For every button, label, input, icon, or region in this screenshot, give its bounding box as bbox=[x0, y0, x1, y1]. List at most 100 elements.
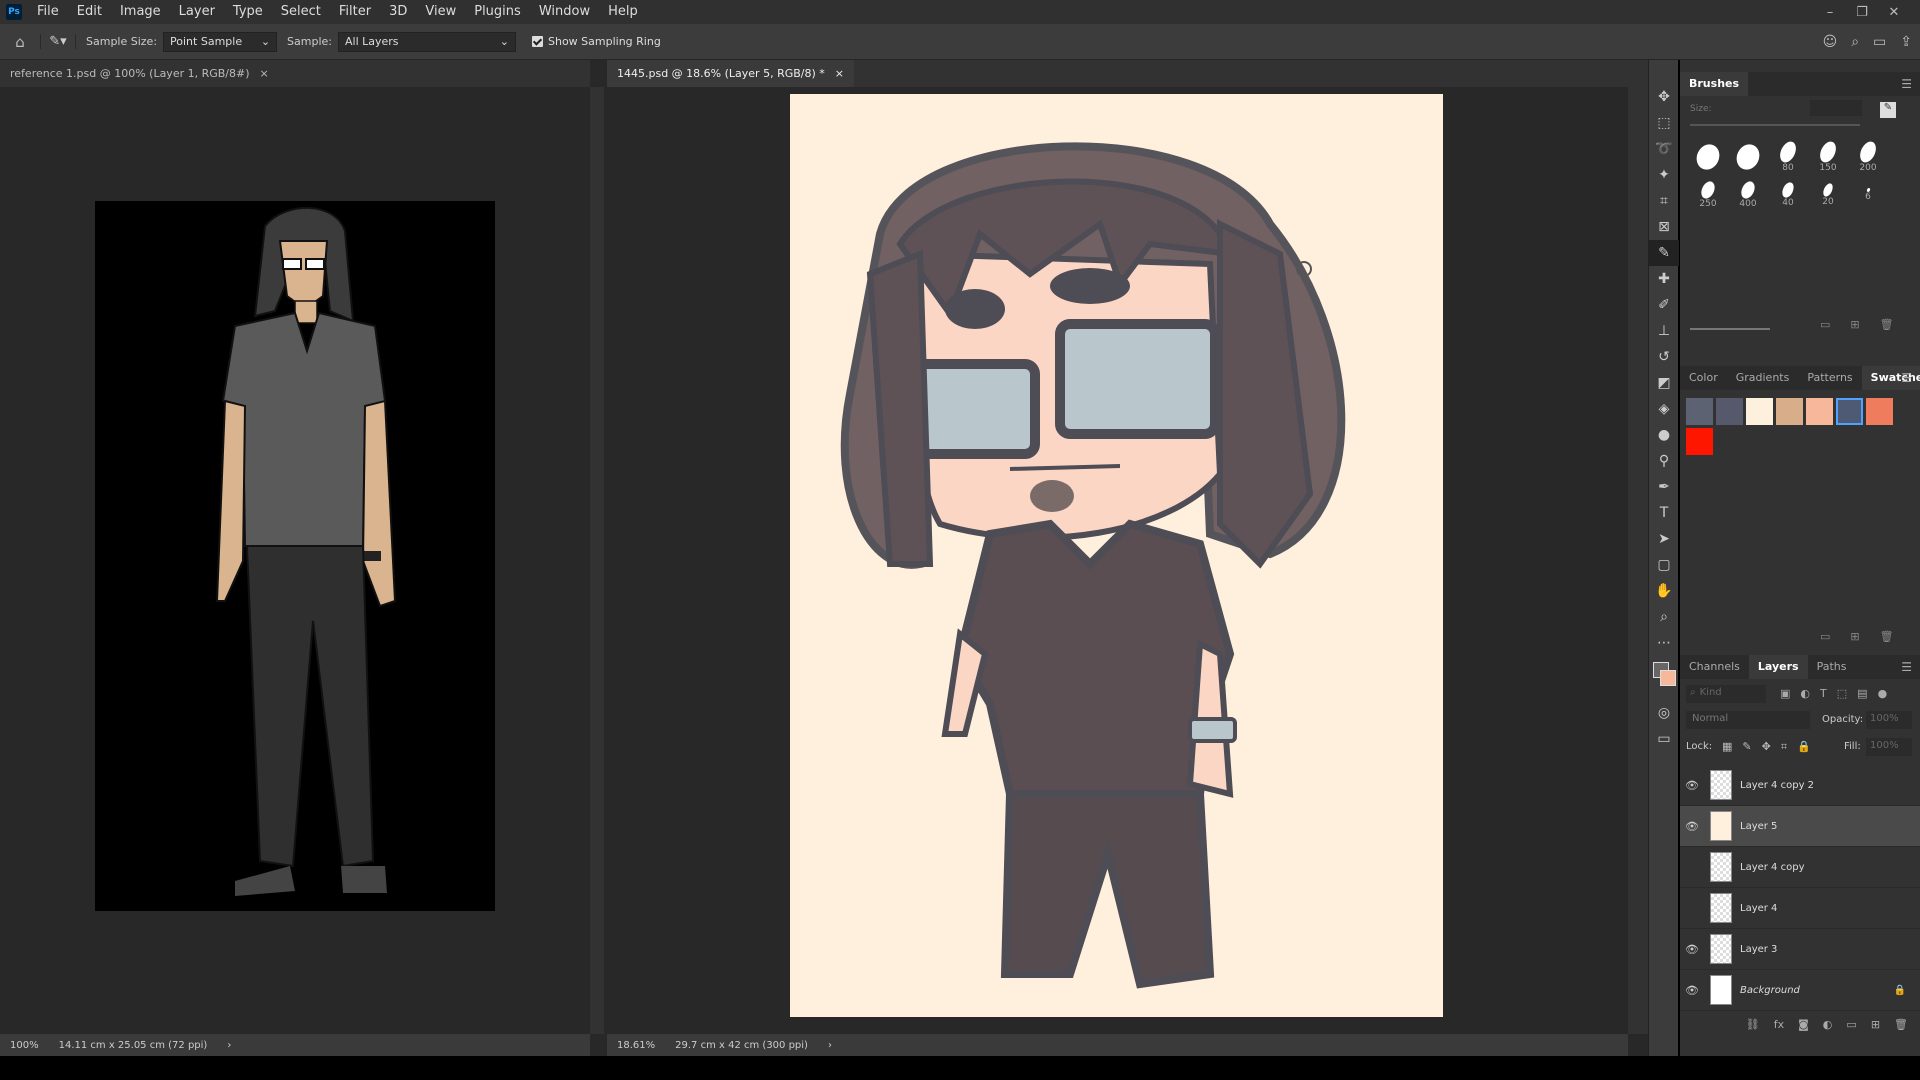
panel-menu-icon[interactable]: ☰ bbox=[1901, 77, 1912, 91]
lasso-tool-icon[interactable]: ➰ bbox=[1649, 136, 1679, 162]
tab-channels[interactable]: Channels bbox=[1680, 655, 1749, 679]
tab-patterns[interactable]: Patterns bbox=[1798, 366, 1861, 390]
visibility-eye-icon[interactable]: 👁 bbox=[1680, 943, 1704, 956]
paint-bucket-tool-icon[interactable]: ◈ bbox=[1649, 396, 1679, 422]
magic-wand-tool-icon[interactable]: ✦ bbox=[1649, 162, 1679, 188]
layer-row[interactable]: Layer 4 copy bbox=[1680, 847, 1920, 888]
panel-menu-icon[interactable]: ☰ bbox=[1901, 660, 1912, 674]
panel-menu-icon[interactable]: ☰ bbox=[1901, 371, 1912, 385]
dodge-tool-icon[interactable]: ⚲ bbox=[1649, 448, 1679, 474]
brush-size-input[interactable] bbox=[1810, 100, 1862, 116]
history-brush-tool-icon[interactable]: ↺ bbox=[1649, 344, 1679, 370]
screen-mode-icon[interactable]: ▭ bbox=[1649, 726, 1679, 752]
opacity-input[interactable]: 100% bbox=[1866, 711, 1912, 729]
workspace-icon[interactable]: ▭ bbox=[1873, 34, 1886, 50]
filter-shape-icon[interactable]: ⬚ bbox=[1837, 687, 1847, 700]
filter-smart-icon[interactable]: ▤ bbox=[1857, 687, 1867, 700]
stamp-tool-icon[interactable]: ⊥ bbox=[1649, 318, 1679, 344]
color-picker-swatches[interactable] bbox=[1649, 656, 1678, 700]
brush-tool-icon[interactable]: ✐ bbox=[1649, 292, 1679, 318]
visibility-eye-icon[interactable]: 👁 bbox=[1680, 779, 1704, 792]
filter-pixel-icon[interactable]: ▣ bbox=[1780, 687, 1790, 700]
tab-main-doc[interactable]: 1445.psd @ 18.6% (Layer 5, RGB/8) * × bbox=[607, 60, 854, 87]
delete-icon[interactable]: 🗑 bbox=[1880, 318, 1894, 331]
menu-type[interactable]: Type bbox=[224, 0, 272, 24]
folder-icon[interactable]: ▭ bbox=[1820, 630, 1830, 643]
new-brush-icon[interactable]: ⊞ bbox=[1850, 318, 1859, 331]
swatch[interactable] bbox=[1806, 398, 1833, 425]
group-icon[interactable]: ▭ bbox=[1846, 1018, 1856, 1031]
frame-tool-icon[interactable]: ⊠ bbox=[1649, 214, 1679, 240]
menu-file[interactable]: File bbox=[28, 0, 68, 24]
brush-preset[interactable]: 40 bbox=[1768, 176, 1808, 214]
share-icon[interactable]: ⇪ bbox=[1900, 34, 1912, 50]
delete-layer-icon[interactable]: 🗑 bbox=[1894, 1018, 1908, 1031]
zoom-level[interactable]: 18.61% bbox=[607, 1040, 665, 1051]
menu-filter[interactable]: Filter bbox=[330, 0, 380, 24]
new-layer-icon[interactable]: ⊞ bbox=[1871, 1018, 1880, 1031]
filter-type-icon[interactable]: T bbox=[1820, 687, 1827, 700]
tab-layers[interactable]: Layers bbox=[1748, 655, 1808, 679]
more-tools-icon[interactable]: ⋯ bbox=[1649, 630, 1679, 656]
menu-layer[interactable]: Layer bbox=[170, 0, 224, 24]
swatch[interactable] bbox=[1686, 398, 1713, 425]
brush-preset[interactable]: 20 bbox=[1808, 176, 1848, 214]
chevron-right-icon[interactable]: › bbox=[217, 1040, 241, 1051]
vertical-scrollbar-reference[interactable] bbox=[590, 87, 604, 1034]
visibility-eye-icon[interactable]: 👁 bbox=[1680, 984, 1704, 997]
menu-edit[interactable]: Edit bbox=[68, 0, 111, 24]
lock-all-icon[interactable]: 🔒 bbox=[1797, 740, 1811, 754]
account-icon[interactable]: ☺ bbox=[1823, 34, 1838, 50]
zoom-level[interactable]: 100% bbox=[0, 1040, 49, 1051]
swatch[interactable] bbox=[1716, 398, 1743, 425]
quick-mask-icon[interactable]: ◎ bbox=[1649, 700, 1679, 726]
layer-kind-filter[interactable]: ⌕ Kind bbox=[1686, 685, 1766, 703]
folder-icon[interactable]: ▭ bbox=[1820, 318, 1830, 331]
zoom-tool-icon[interactable]: ⌕ bbox=[1649, 604, 1679, 630]
link-layers-icon[interactable]: ⛓ bbox=[1746, 1018, 1760, 1031]
restore-button[interactable]: ❐ bbox=[1846, 0, 1878, 24]
healing-brush-tool-icon[interactable]: ✚ bbox=[1649, 266, 1679, 292]
delete-icon[interactable]: 🗑 bbox=[1880, 630, 1894, 643]
pen-tool-icon[interactable]: ✒ bbox=[1649, 474, 1679, 500]
fx-icon[interactable]: fx bbox=[1774, 1018, 1784, 1031]
swatch[interactable] bbox=[1836, 398, 1863, 425]
eyedropper-tool-preset-icon[interactable]: ✎▾ bbox=[40, 34, 76, 49]
brush-preset[interactable]: 400 bbox=[1728, 176, 1768, 214]
layer-row[interactable]: 👁 Background 🔒 bbox=[1680, 970, 1920, 1011]
brush-preset[interactable]: 250 bbox=[1688, 176, 1728, 214]
show-sampling-ring-checkbox[interactable] bbox=[531, 36, 543, 47]
marquee-tool-icon[interactable]: ⬚ bbox=[1649, 110, 1679, 136]
eyedropper-tool-icon[interactable]: ✎ bbox=[1649, 240, 1679, 266]
lock-position-icon[interactable]: ✥ bbox=[1762, 740, 1771, 754]
tab-reference-doc[interactable]: reference 1.psd @ 100% (Layer 1, RGB/8#)… bbox=[0, 60, 279, 87]
menu-select[interactable]: Select bbox=[272, 0, 330, 24]
add-mask-icon[interactable]: ◙ bbox=[1798, 1018, 1809, 1031]
brush-preset[interactable]: 150 bbox=[1808, 138, 1848, 176]
background-color[interactable] bbox=[1660, 670, 1676, 686]
vertical-scrollbar-main[interactable] bbox=[1628, 87, 1648, 1034]
new-swatch-icon[interactable]: ⊞ bbox=[1850, 630, 1859, 643]
sample-size-dropdown[interactable]: Point Sample ⌄ bbox=[163, 31, 278, 52]
tab-brushes[interactable]: Brushes bbox=[1680, 72, 1749, 96]
swatch[interactable] bbox=[1746, 398, 1773, 425]
brush-preset[interactable]: 6 bbox=[1848, 176, 1888, 214]
layer-row[interactable]: Layer 4 bbox=[1680, 888, 1920, 929]
swatch[interactable] bbox=[1866, 398, 1893, 425]
close-icon[interactable]: × bbox=[835, 67, 844, 80]
brush-settings-icon[interactable]: ✎ bbox=[1880, 102, 1896, 118]
search-icon[interactable]: ⌕ bbox=[1851, 34, 1859, 50]
brush-preset[interactable] bbox=[1688, 138, 1728, 176]
visibility-eye-icon[interactable]: 👁 bbox=[1680, 820, 1704, 833]
path-selection-tool-icon[interactable]: ➤ bbox=[1649, 526, 1679, 552]
swatch[interactable] bbox=[1776, 398, 1803, 425]
menu-image[interactable]: Image bbox=[111, 0, 170, 24]
lock-pixels-icon[interactable]: ✎ bbox=[1742, 740, 1751, 754]
shape-tool-icon[interactable]: ▢ bbox=[1649, 552, 1679, 578]
layer-row[interactable]: 👁 Layer 4 copy 2 bbox=[1680, 765, 1920, 806]
home-icon[interactable]: ⌂ bbox=[0, 33, 40, 51]
swatch[interactable] bbox=[1686, 428, 1713, 455]
menu-view[interactable]: View bbox=[416, 0, 465, 24]
lock-artboard-icon[interactable]: ⌗ bbox=[1781, 740, 1787, 754]
menu-window[interactable]: Window bbox=[530, 0, 599, 24]
